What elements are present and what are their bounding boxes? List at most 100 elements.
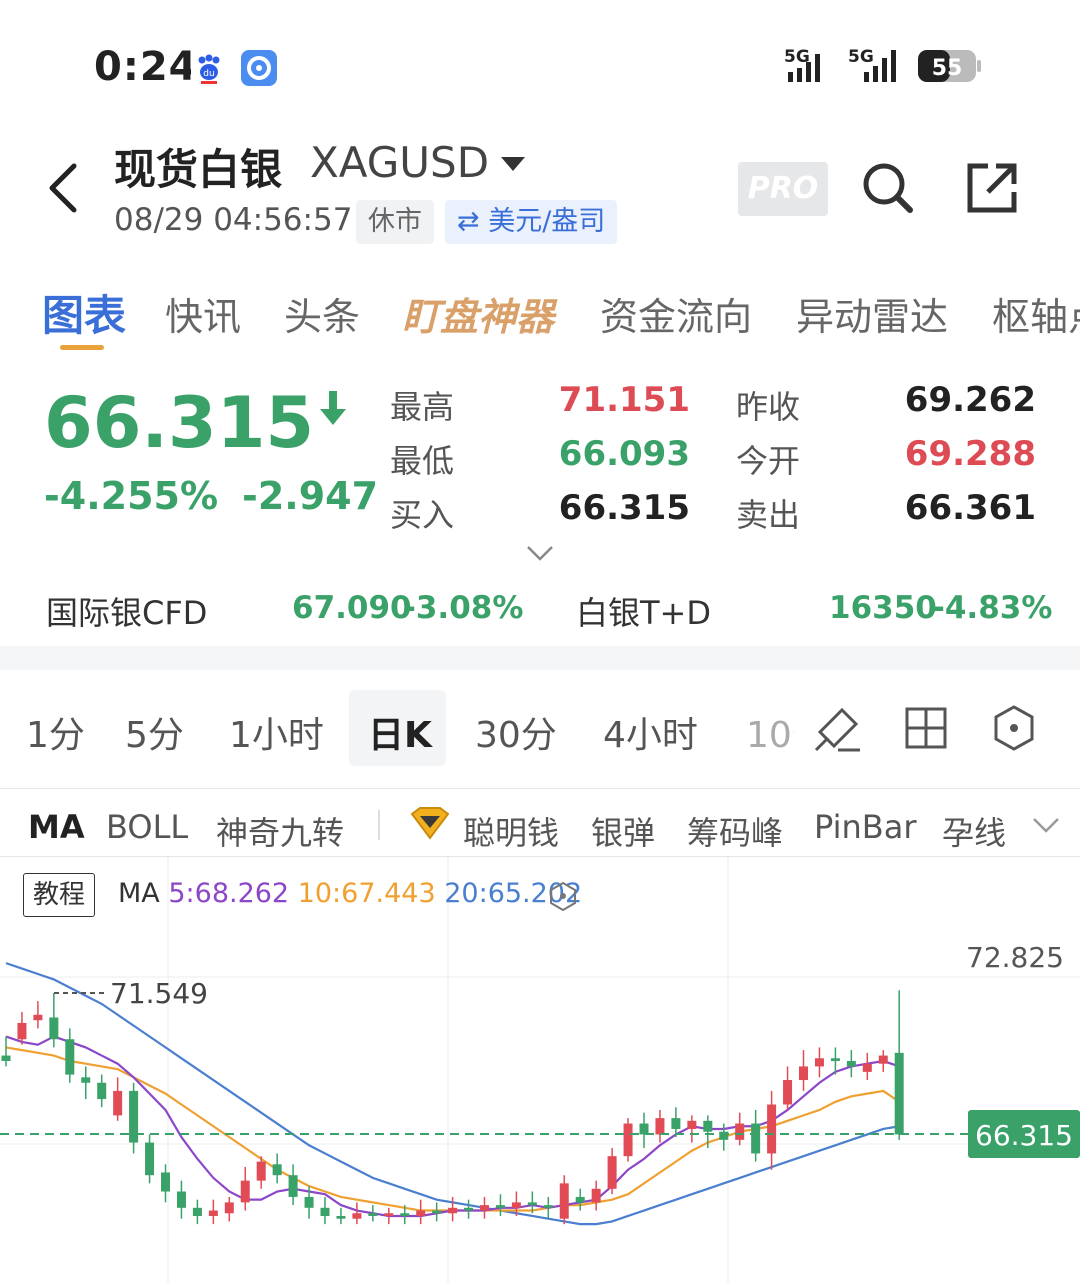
indicator-inside-bar[interactable]: 孕线 xyxy=(942,808,1006,854)
high-value: 71.151 xyxy=(558,380,690,420)
indicator-chip-peak[interactable]: 筹码峰 xyxy=(687,808,783,854)
candle-body xyxy=(320,1207,330,1216)
candlestick-chart[interactable]: 66.315 72.825 71.549 xyxy=(0,857,1080,1283)
ma10-legend: 10:67.443 xyxy=(297,878,436,909)
candle-body xyxy=(830,1058,840,1061)
tab-flash-news[interactable]: 快讯 xyxy=(165,286,241,341)
candle-body xyxy=(735,1123,745,1140)
tab-pivot-points[interactable]: 枢轴点 xyxy=(992,286,1080,341)
quote-datetime: 08/29 04:56:57 xyxy=(114,202,353,238)
tab-capital-flow[interactable]: 资金流向 xyxy=(600,286,752,341)
high-marker-label: 71.549 xyxy=(110,977,208,1010)
candle-body xyxy=(97,1082,107,1100)
candle-body xyxy=(256,1161,266,1181)
related-price-cfd: 67.090 xyxy=(292,590,412,626)
tab-movement-radar[interactable]: 异动雷达 xyxy=(796,286,948,341)
candle-body xyxy=(1,1055,11,1061)
battery-level: 55 xyxy=(932,56,963,81)
candle-body xyxy=(703,1120,713,1132)
period-5min[interactable]: 5分 xyxy=(125,706,184,758)
bid-value: 66.315 xyxy=(558,488,690,528)
caret-down-icon[interactable] xyxy=(500,156,526,176)
period-daily[interactable]: 日K xyxy=(368,706,432,758)
candle-body xyxy=(719,1131,729,1140)
indicator-magic-nine[interactable]: 神奇九转 xyxy=(216,808,344,854)
candle-body xyxy=(352,1213,362,1219)
related-name-td[interactable]: 白银T+D xyxy=(576,588,711,634)
divider xyxy=(0,788,1080,789)
diamond-icon xyxy=(410,806,450,844)
candle-body xyxy=(192,1207,202,1216)
indicator-smart-money[interactable]: 聪明钱 xyxy=(463,808,559,854)
candle-body xyxy=(432,1210,442,1214)
tutorial-button[interactable]: 教程 xyxy=(23,873,95,917)
candle-body xyxy=(671,1118,681,1129)
tab-headlines[interactable]: 头条 xyxy=(284,286,360,341)
symbol-selector[interactable]: XAGUSD xyxy=(310,138,489,187)
chevron-down-icon[interactable] xyxy=(1032,816,1060,838)
browser-app-icon xyxy=(241,50,277,86)
open-label: 今开 xyxy=(736,442,801,480)
related-name-cfd[interactable]: 国际银CFD xyxy=(46,588,207,634)
candle-body xyxy=(862,1063,872,1072)
unit-toggle-button[interactable]: ⇄ 美元/盎司 xyxy=(445,200,618,244)
candle-body xyxy=(145,1142,155,1176)
period-30min[interactable]: 30分 xyxy=(475,706,557,758)
candle-body xyxy=(655,1118,665,1135)
candle-body xyxy=(240,1180,250,1203)
ma-legend: MA 5:68.262 10:67.443 20:65.202 xyxy=(118,878,582,909)
search-icon[interactable] xyxy=(860,160,916,220)
prev-close-value: 69.262 xyxy=(904,380,1036,420)
layout-grid-icon[interactable] xyxy=(904,706,948,754)
tab-chart[interactable]: 图表 xyxy=(42,282,126,343)
open-value: 69.288 xyxy=(904,434,1036,474)
candle-body xyxy=(846,1060,856,1067)
candle-body xyxy=(448,1207,458,1214)
ask-label: 卖出 xyxy=(736,496,801,534)
candle-body xyxy=(224,1202,234,1214)
prev-close-label: 昨收 xyxy=(736,388,801,426)
back-icon[interactable] xyxy=(44,160,84,220)
candle-body xyxy=(49,1017,59,1040)
candle-body xyxy=(400,1213,410,1216)
candle-body xyxy=(272,1164,282,1176)
settings-hexagon-icon[interactable] xyxy=(990,704,1038,756)
candle-body xyxy=(416,1210,426,1216)
period-1min[interactable]: 1分 xyxy=(26,706,85,758)
period-10min[interactable]: 10分 xyxy=(746,706,794,758)
legend-settings-icon[interactable] xyxy=(548,881,578,915)
candle-body xyxy=(17,1022,27,1040)
candle-body xyxy=(65,1039,75,1075)
status-time: 0:24 xyxy=(94,44,198,90)
indicator-pinbar[interactable]: PinBar xyxy=(814,808,916,846)
candle-body xyxy=(208,1210,218,1216)
candle-body xyxy=(767,1104,777,1154)
candle-body xyxy=(288,1175,298,1197)
active-tab-indicator xyxy=(60,345,104,350)
low-label: 最低 xyxy=(390,442,455,480)
low-value: 66.093 xyxy=(558,434,690,474)
candle-body xyxy=(623,1123,633,1157)
candle-body xyxy=(368,1213,378,1216)
share-icon[interactable] xyxy=(964,160,1020,220)
svg-text:du: du xyxy=(203,69,214,79)
tab-monitor-tool[interactable]: 盯盘神器 xyxy=(402,286,554,341)
pro-button[interactable]: PRO xyxy=(738,162,828,216)
chart-grid xyxy=(0,857,1080,1283)
indicator-separator xyxy=(378,810,380,840)
arrow-down-icon xyxy=(320,391,347,425)
candle-body xyxy=(161,1172,170,1192)
candle-body xyxy=(113,1090,123,1116)
signal-label-2: 5G xyxy=(848,47,874,67)
expand-chevron-icon[interactable] xyxy=(526,544,554,566)
indicator-boll[interactable]: BOLL xyxy=(106,808,188,846)
candle-body xyxy=(559,1183,569,1219)
period-1hour[interactable]: 1小时 xyxy=(229,706,324,758)
indicator-silver-bullet[interactable]: 银弹 xyxy=(591,808,655,854)
period-4hour[interactable]: 4小时 xyxy=(603,706,698,758)
draw-tool-icon[interactable] xyxy=(812,702,864,758)
ma10-line xyxy=(5,1046,900,1212)
indicator-ma[interactable]: MA xyxy=(28,808,85,846)
candle-body xyxy=(814,1058,824,1067)
related-change-td: -4.83% xyxy=(932,590,1053,626)
